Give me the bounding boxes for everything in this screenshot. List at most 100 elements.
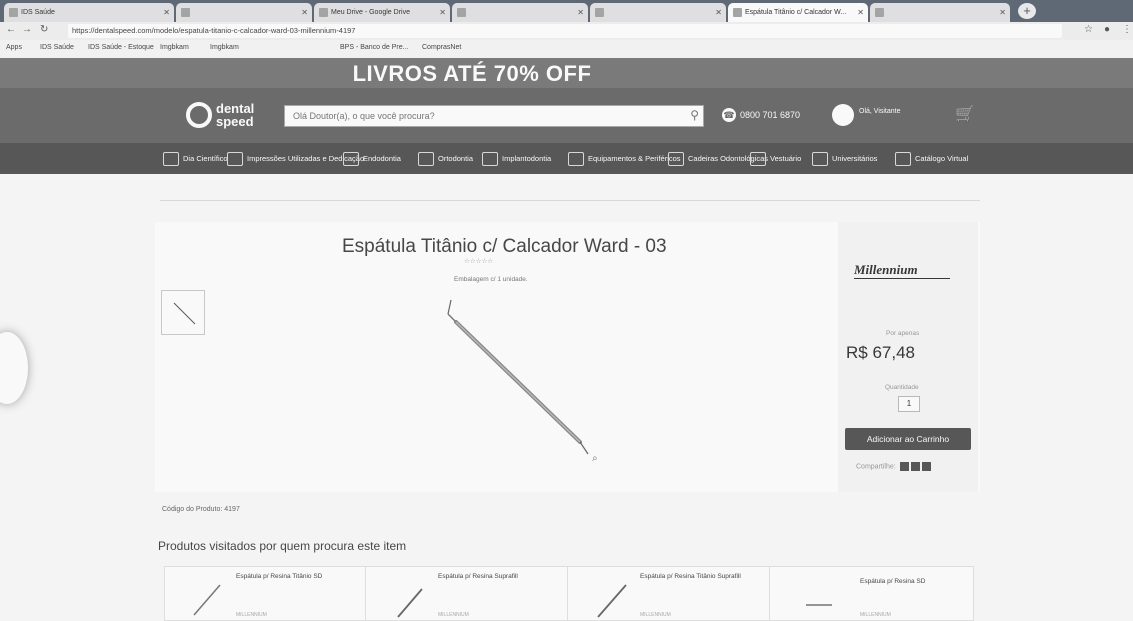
phone-icon: ☎ [722, 108, 736, 122]
braces-icon [418, 152, 434, 166]
product-image[interactable] [430, 292, 610, 462]
product-thumbnail[interactable] [161, 290, 205, 335]
related-product-card[interactable]: Espátula p/ Resina SD MILLENNIUM [770, 566, 972, 621]
menu-item-universitarios[interactable]: Universitários [812, 152, 877, 166]
brand-logo[interactable]: Millennium [854, 262, 918, 278]
account-greeting: Olá, Visitante [859, 108, 901, 115]
quantity-label: Quantidade [885, 384, 919, 391]
person-icon [750, 152, 766, 166]
favicon-icon [733, 8, 742, 17]
browser-tab-active[interactable]: Espátula Titânio c/ Calcador W... ✕ [728, 3, 868, 22]
favicon-icon [9, 8, 18, 17]
bookmark[interactable]: IDS Saúde [40, 44, 74, 51]
drill-icon [568, 152, 584, 166]
favicon-icon [319, 8, 328, 17]
menu-item-catalogo[interactable]: Catálogo Virtual [895, 152, 968, 166]
menu-item-endodontia[interactable]: Endodontia [343, 152, 401, 166]
logo-text-bottom: speed [216, 114, 254, 129]
browser-tab[interactable]: IDS Saúde ✕ [4, 3, 174, 22]
tab-label: Espátula Titânio c/ Calcador W... [745, 9, 847, 16]
related-products-title: Produtos visitados por quem procura este… [158, 539, 407, 553]
add-to-cart-button[interactable]: Adicionar ao Carrinho [845, 428, 971, 450]
zoom-icon[interactable]: ⌕ [592, 453, 598, 464]
close-icon[interactable]: ✕ [857, 3, 864, 22]
related-product-brand: MILLENNIUM [236, 612, 267, 618]
menu-item-equipamentos[interactable]: Equipamentos & Periféricos [568, 152, 681, 166]
browser-tab[interactable]: Meu Drive - Google Drive ✕ [314, 3, 450, 22]
bookmark[interactable]: ComprasNet [422, 44, 461, 51]
tab-label: Meu Drive - Google Drive [331, 9, 410, 16]
spatula-image [193, 584, 221, 616]
close-icon[interactable]: ✕ [577, 3, 584, 22]
menu-item-ortodontia[interactable]: Ortodontia [418, 152, 473, 166]
close-icon[interactable]: ✕ [715, 3, 722, 22]
related-product-card[interactable]: Espátula p/ Resina Titânio SD MILLENNIUM [164, 566, 366, 621]
related-product-name: Espátula p/ Resina Titânio SD [236, 573, 323, 580]
menu-item-label: Catálogo Virtual [915, 153, 969, 163]
search-icon[interactable]: ⚲ [690, 108, 699, 122]
bookmark[interactable]: BPS - Banco de Pre... [340, 44, 408, 51]
user-icon [832, 104, 854, 126]
rating-stars[interactable]: ☆☆☆☆☆ [464, 257, 493, 265]
document-icon [227, 152, 243, 166]
graduation-cap-icon [812, 152, 828, 166]
close-icon[interactable]: ✕ [439, 3, 446, 22]
implant-icon [482, 152, 498, 166]
search-input[interactable] [285, 106, 675, 126]
extension-icon[interactable]: ● [1104, 24, 1110, 35]
photo-edge-shadow [0, 332, 28, 404]
chair-icon [668, 152, 684, 166]
promo-banner-text: LIVROS ATÉ 70% OFF [352, 61, 592, 86]
dental-speed-logo[interactable]: dental speed [186, 100, 272, 132]
menu-item-vestuario[interactable]: Vestuário [750, 152, 801, 166]
menu-item-implantodontia[interactable]: Implantodontia [482, 152, 551, 166]
browser-tab[interactable]: ✕ [452, 3, 588, 22]
related-product-brand: MILLENNIUM [438, 612, 469, 618]
share-icon[interactable] [921, 462, 931, 471]
facebook-icon[interactable] [899, 462, 909, 471]
related-product-card[interactable]: Espátula p/ Resina Suprafill MILLENNIUM [366, 566, 568, 621]
price-prefix: Por apenas [886, 330, 920, 337]
browser-tab[interactable]: ✕ [870, 3, 1010, 22]
menu-item-dia-cientifico[interactable]: Dia Científico [163, 152, 228, 166]
menu-item-label: Endodontia [363, 153, 401, 163]
search-bar: ⚲ [284, 105, 704, 127]
menu-item-label: Implantodontia [502, 153, 552, 163]
bookmark[interactable]: Apps [6, 44, 22, 51]
reload-icon[interactable]: ↻ [40, 24, 48, 35]
phone-contact[interactable]: ☎ 0800 701 6870 [722, 108, 800, 122]
twitter-icon[interactable] [910, 462, 920, 471]
new-tab-button[interactable]: + [1018, 3, 1036, 19]
browser-tab[interactable]: ✕ [590, 3, 726, 22]
divider [160, 200, 980, 201]
menu-item-label: Universitários [832, 153, 878, 163]
menu-icon[interactable]: ⋮ [1122, 24, 1132, 35]
phone-number: 0800 701 6870 [740, 110, 801, 120]
product-price: R$ 67,48 [846, 343, 915, 362]
catalog-icon [895, 152, 911, 166]
star-icon[interactable]: ☆ [1084, 24, 1093, 35]
bookmark[interactable]: Imgbkam [210, 44, 239, 51]
back-icon[interactable]: ← [6, 24, 16, 35]
url-field[interactable]: https://dentalspeed.com/modelo/espatula-… [68, 24, 1062, 38]
close-icon[interactable]: ✕ [999, 3, 1006, 22]
related-product-name: Espátula p/ Resina Titânio Suprafill [640, 573, 741, 580]
spatula-image [447, 299, 589, 455]
logo-text: dental speed [216, 102, 254, 128]
favicon-icon [457, 8, 466, 17]
tab-label: IDS Saúde [21, 9, 55, 16]
browser-tab[interactable]: ✕ [176, 3, 312, 22]
related-product-brand: MILLENNIUM [860, 612, 891, 618]
close-icon[interactable]: ✕ [301, 3, 308, 22]
bookmark[interactable]: IDS Saúde - Estoque [88, 44, 154, 51]
close-icon[interactable]: ✕ [163, 3, 170, 22]
related-product-name: Espátula p/ Resina SD [860, 578, 926, 585]
bookmark[interactable]: Imgbkam [160, 44, 189, 51]
quantity-input[interactable]: 1 [898, 396, 920, 412]
product-title: Espátula Titânio c/ Calcador Ward - 03 [342, 236, 667, 257]
forward-icon[interactable]: → [22, 24, 32, 35]
related-product-card[interactable]: Espátula p/ Resina Titânio Suprafill MIL… [568, 566, 770, 621]
cart-icon[interactable]: 🛒 [955, 104, 975, 124]
favicon-icon [595, 8, 604, 17]
logo-q-icon [186, 102, 212, 128]
